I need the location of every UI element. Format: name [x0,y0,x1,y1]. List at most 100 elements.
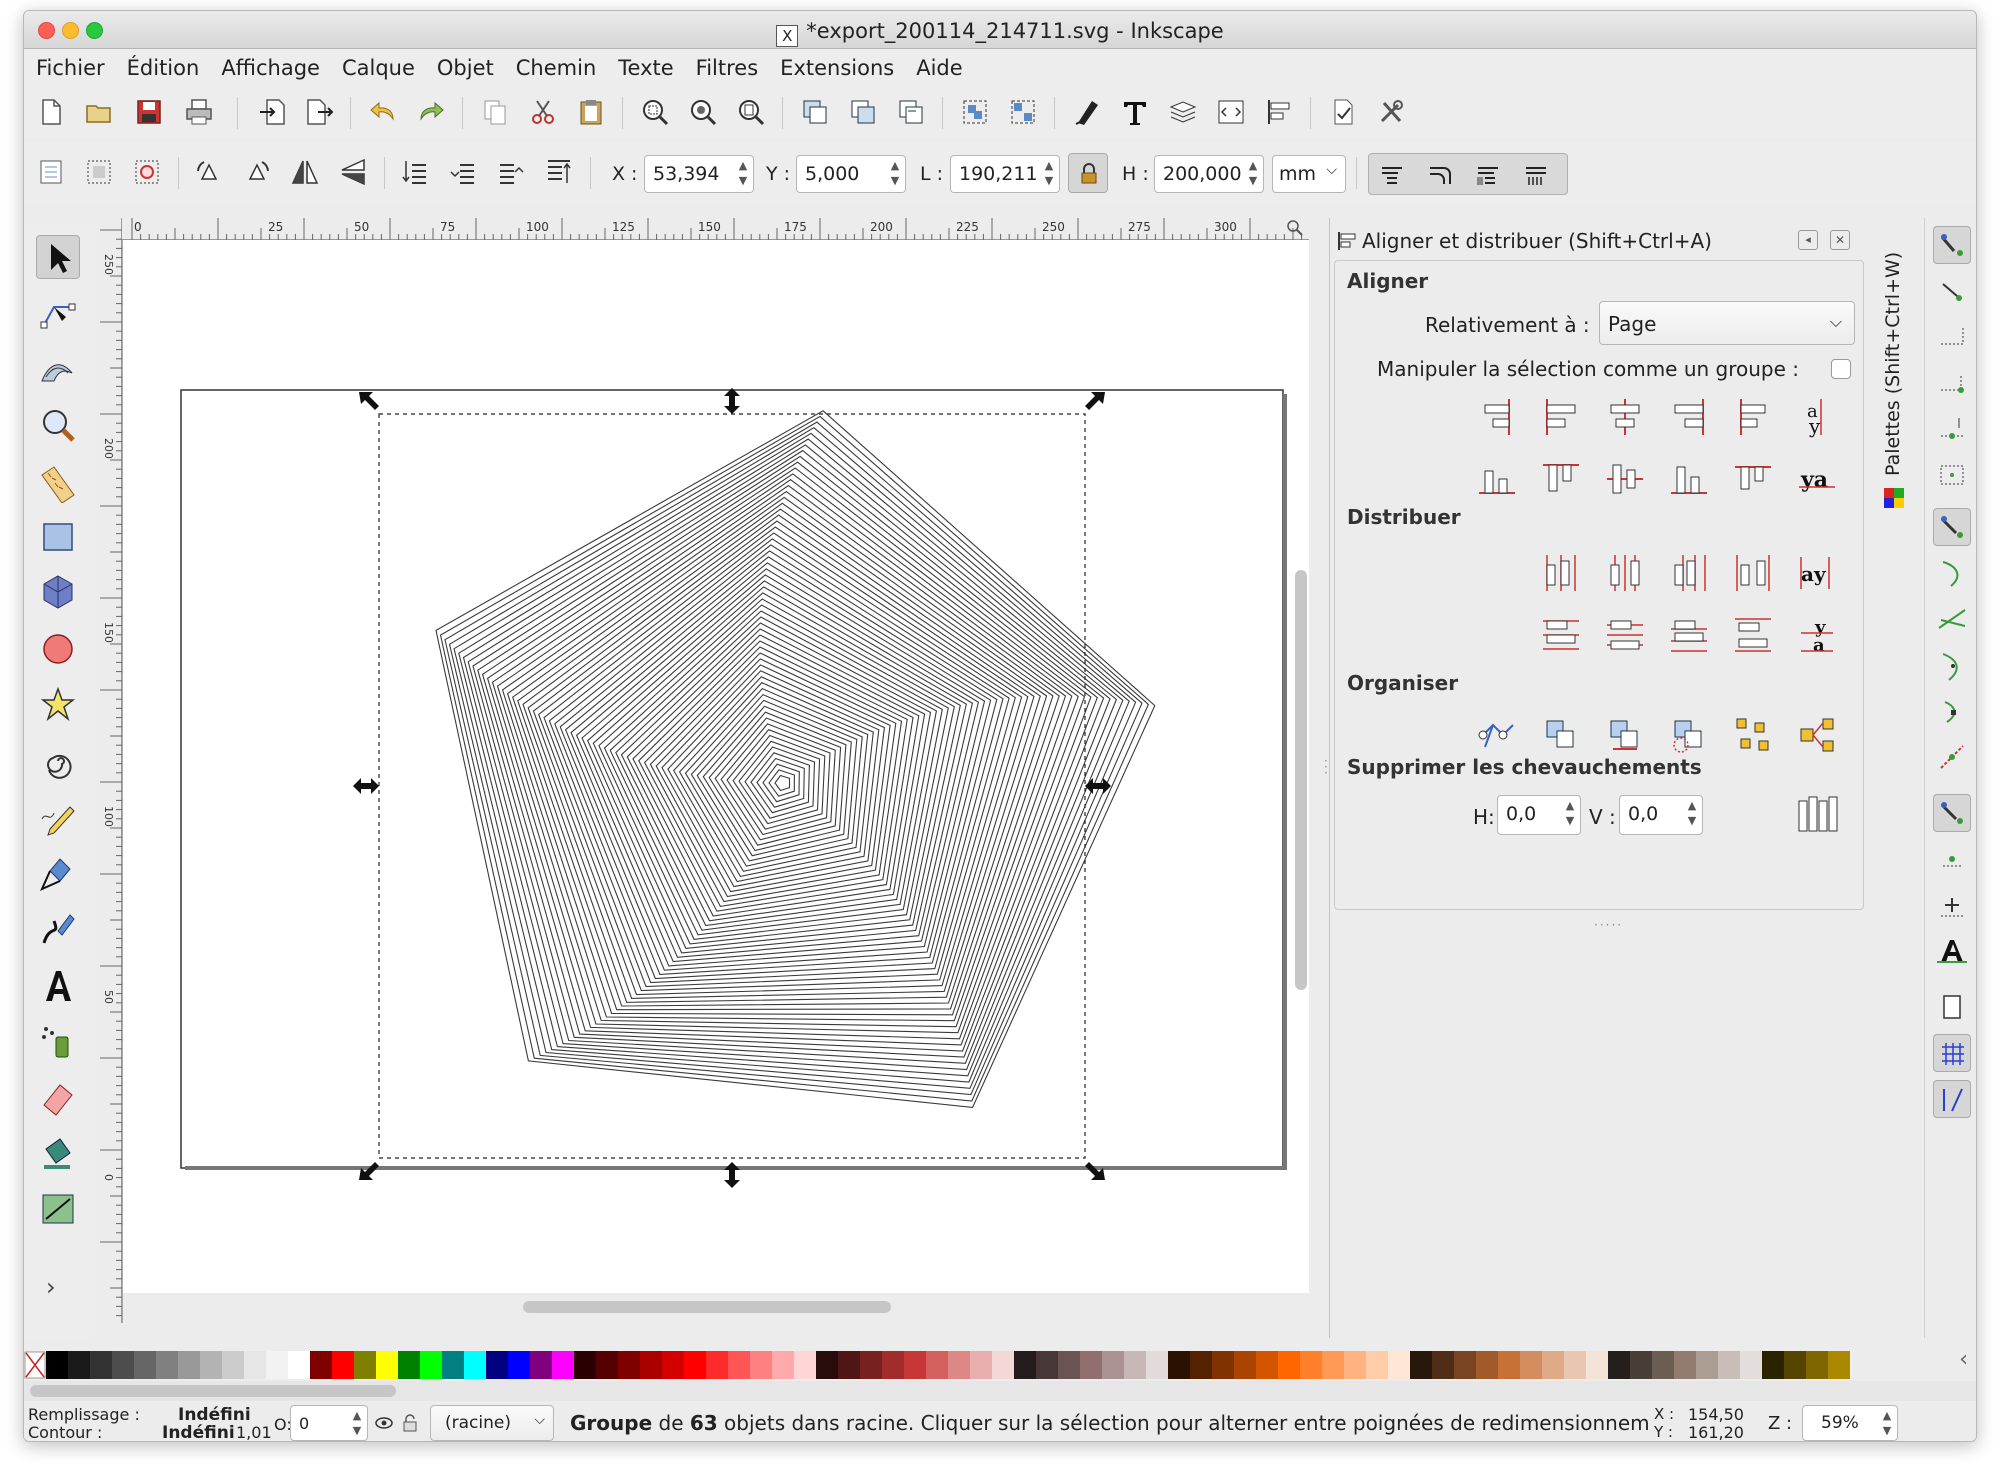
color-swatch[interactable] [398,1351,420,1379]
snap-smooth-nodes-toggle[interactable] [1933,692,1971,730]
color-swatch[interactable] [530,1351,552,1379]
color-swatch[interactable] [1740,1351,1762,1379]
flip-horizontal-icon[interactable] [290,157,320,187]
graph-layout-icon[interactable] [1475,713,1519,757]
snap-text-baseline-toggle[interactable] [1933,932,1971,970]
snap-line-midpoints-toggle[interactable] [1933,738,1971,776]
color-swatch[interactable] [948,1351,970,1379]
horizontal-scrollbar[interactable] [523,1301,891,1313]
import-icon[interactable] [258,97,288,127]
fill-value[interactable]: Indéfini [178,1405,251,1425]
color-swatch[interactable] [442,1351,464,1379]
color-swatch[interactable] [1168,1351,1190,1379]
color-swatch[interactable] [662,1351,684,1379]
color-swatch[interactable] [1542,1351,1564,1379]
fill-stroke-icon[interactable] [1072,97,1102,127]
color-swatch[interactable] [1234,1351,1256,1379]
color-swatch[interactable] [596,1351,618,1379]
distribute-gaps-v-icon[interactable] [1731,613,1775,657]
paint-bucket-tool[interactable] [36,1131,80,1175]
ellipse-tool[interactable] [36,627,80,671]
color-swatch[interactable] [882,1351,904,1379]
color-swatch[interactable] [1432,1351,1454,1379]
color-swatch[interactable] [178,1351,200,1379]
height-spinner[interactable]: ▲ ▼ [1245,158,1261,190]
menu-chemin[interactable]: Chemin [504,50,607,80]
align-top-to-bottom-anchor-icon[interactable] [1731,457,1775,501]
duplicate-icon[interactable] [800,97,830,127]
layers-icon[interactable] [1168,97,1198,127]
color-swatch[interactable] [464,1351,486,1379]
color-palette[interactable] [24,1351,1976,1379]
snap-object-centers-toggle[interactable] [1933,840,1971,878]
layer-lock-icon[interactable] [400,1413,420,1433]
zoom-page-icon[interactable] [736,97,766,127]
align-text-baselines-icon[interactable]: ay [1795,395,1839,439]
collapse-panel-icon[interactable]: ◂ [1798,230,1818,250]
snap-bbox-toggle[interactable] [1933,272,1971,310]
snap-bbox-centers-toggle[interactable] [1933,456,1971,494]
align-distribute-icon[interactable] [1264,97,1294,127]
menu-objet[interactable]: Objet [425,50,504,80]
pencil-tool[interactable] [36,795,80,839]
transform-patterns-icon[interactable] [1523,162,1549,188]
color-swatch[interactable] [1784,1351,1806,1379]
color-swatch[interactable] [1388,1351,1410,1379]
pen-tool[interactable] [36,851,80,895]
overlap-h-field[interactable]: 0,0 ▲ ▼ [1497,795,1581,835]
palette-scrollbar[interactable] [30,1385,396,1397]
lower-to-bottom-icon[interactable] [400,157,430,187]
snap-others-toggle[interactable] [1933,794,1971,832]
color-swatch[interactable] [90,1351,112,1379]
snap-nodes-toggle[interactable] [1933,508,1971,546]
color-swatch[interactable] [860,1351,882,1379]
layer-select[interactable]: (racine) ⌵ [430,1405,554,1441]
color-swatch[interactable] [376,1351,398,1379]
deselect-icon[interactable] [132,157,162,187]
raise-icon[interactable] [496,157,526,187]
treat-as-group-checkbox[interactable] [1831,359,1851,379]
color-swatch[interactable] [992,1351,1014,1379]
align-left-edges-icon[interactable] [1539,395,1583,439]
tweak-tool[interactable] [36,347,80,391]
menu-extensions[interactable]: Extensions [768,50,904,80]
y-spinner[interactable]: ▲ ▼ [887,158,903,190]
snap-bbox-edges-toggle[interactable] [1933,318,1971,356]
select-all-layers-icon[interactable] [84,157,114,187]
menu-affichage[interactable]: Affichage [209,50,330,80]
palette-menu-chevron-icon[interactable]: ‹ [1959,1347,1968,1372]
rotate-ccw-icon[interactable] [194,157,224,187]
color-swatch[interactable] [1190,1351,1212,1379]
copy-icon[interactable] [480,97,510,127]
align-left-to-right-anchor-icon[interactable] [1731,395,1775,439]
selector-tool[interactable] [36,235,80,279]
align-bottom-to-top-anchor-icon[interactable] [1475,457,1519,501]
color-swatch[interactable] [1322,1351,1344,1379]
snap-guides-toggle[interactable] [1933,1080,1971,1118]
zoom-selection-icon[interactable] [640,97,670,127]
color-swatch[interactable] [904,1351,926,1379]
color-swatch[interactable] [46,1351,68,1379]
color-swatch[interactable] [1366,1351,1388,1379]
color-swatch[interactable] [1454,1351,1476,1379]
clone-icon[interactable] [848,97,878,127]
menu-filtres[interactable]: Filtres [684,50,769,80]
color-swatch[interactable] [1014,1351,1036,1379]
color-swatch[interactable] [1476,1351,1498,1379]
lock-ratio-button[interactable] [1068,153,1108,193]
overlap-v-field[interactable]: 0,0 ▲ ▼ [1619,795,1703,835]
color-swatch[interactable] [420,1351,442,1379]
color-swatch[interactable] [684,1351,706,1379]
text-font-icon[interactable] [1120,97,1150,127]
close-panel-icon[interactable]: ✕ [1830,230,1850,250]
new-document-icon[interactable] [36,97,66,127]
distribute-baselines-h-icon[interactable]: ay [1795,551,1839,595]
color-swatch[interactable] [222,1351,244,1379]
snap-page-border-toggle[interactable] [1933,988,1971,1026]
color-swatch[interactable] [1102,1351,1124,1379]
unlink-clone-icon[interactable] [896,97,926,127]
color-swatch[interactable] [310,1351,332,1379]
color-swatch[interactable] [706,1351,728,1379]
color-swatch[interactable] [1696,1351,1718,1379]
x-spinner[interactable]: ▲ ▼ [735,158,751,190]
